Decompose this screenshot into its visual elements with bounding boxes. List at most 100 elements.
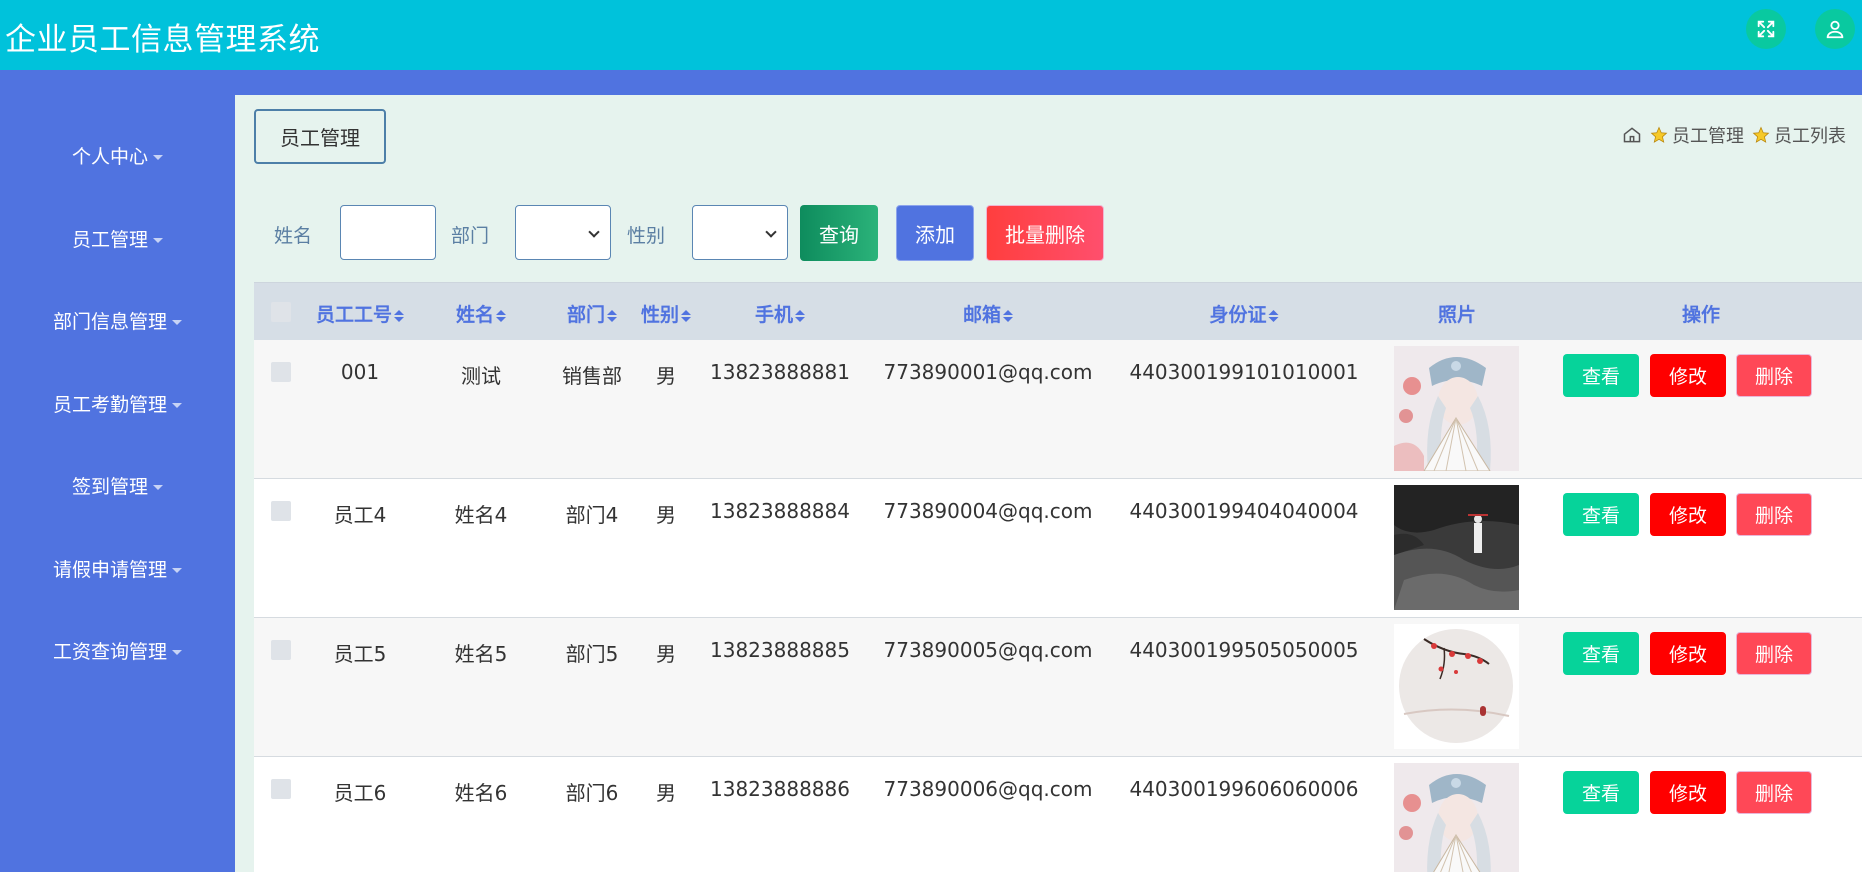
sidebar-item-label: 员工管理	[71, 228, 148, 251]
gender-select[interactable]	[692, 205, 788, 260]
cell-phone: 13823888886	[710, 777, 850, 801]
breadcrumb: 员工管理 员工列表	[1618, 122, 1846, 148]
sort-icon	[394, 309, 405, 322]
sidebar-item-salary-management[interactable]: 工资查询管理	[0, 630, 235, 670]
edit-button[interactable]: 修改	[1650, 632, 1726, 675]
breadcrumb-level2: 员工列表	[1774, 126, 1846, 147]
delete-button[interactable]: 删除	[1736, 354, 1812, 397]
dept-label: 部门	[451, 225, 490, 247]
col-phone[interactable]: 手机	[755, 300, 806, 327]
cell-name: 姓名5	[454, 642, 508, 666]
cell-dept: 销售部	[562, 364, 622, 388]
col-id-card[interactable]: 身份证	[1209, 300, 1279, 327]
app-title: 企业员工信息管理系统	[5, 22, 320, 58]
cell-dept: 部门6	[565, 781, 619, 805]
cell-gender: 男	[656, 503, 676, 527]
employee-photo	[1394, 485, 1519, 610]
cell-emp-no: 员工4	[333, 503, 387, 527]
chevron-down-icon	[588, 226, 600, 238]
caret-down-icon	[153, 237, 163, 243]
cell-name: 测试	[461, 364, 501, 388]
delete-button[interactable]: 删除	[1736, 771, 1812, 814]
query-button[interactable]: 查询	[800, 205, 878, 261]
cell-id-card: 440300199606060006	[1129, 777, 1359, 801]
caret-down-icon	[172, 567, 182, 573]
sort-icon	[496, 309, 507, 322]
home-icon[interactable]	[1622, 125, 1642, 145]
sort-icon	[795, 309, 806, 322]
col-photo: 照片	[1437, 304, 1477, 326]
sort-icon	[1003, 309, 1014, 322]
edit-button[interactable]: 修改	[1650, 493, 1726, 536]
col-emp-no[interactable]: 员工工号	[316, 300, 405, 327]
sidebar-item-employee-management[interactable]: 员工管理	[0, 218, 235, 258]
col-email[interactable]: 邮箱	[963, 300, 1014, 327]
sidebar-item-label: 员工考勤管理	[52, 393, 167, 416]
dept-select[interactable]	[515, 205, 611, 260]
fullscreen-button[interactable]	[1746, 9, 1786, 49]
cell-email: 773890006@qq.com	[883, 777, 1093, 801]
cell-dept: 部门5	[565, 642, 619, 666]
user-menu-button[interactable]	[1815, 9, 1855, 49]
col-gender[interactable]: 性别	[641, 300, 692, 327]
name-input[interactable]	[340, 205, 436, 260]
cell-gender: 男	[656, 364, 676, 388]
view-button[interactable]: 查看	[1563, 632, 1639, 675]
cell-id-card: 440300199101010001	[1129, 360, 1359, 384]
view-button[interactable]: 查看	[1563, 771, 1639, 814]
cell-name: 姓名6	[454, 781, 508, 805]
add-button[interactable]: 添加	[896, 205, 974, 261]
breadcrumb-level1[interactable]: 员工管理	[1672, 122, 1744, 148]
sort-icon	[1268, 309, 1279, 322]
sidebar-item-label: 工资查询管理	[52, 640, 167, 663]
col-dept[interactable]: 部门	[567, 300, 618, 327]
employee-photo	[1394, 624, 1519, 749]
batch-delete-button[interactable]: 批量删除	[986, 205, 1104, 261]
row-checkbox[interactable]	[271, 501, 291, 521]
view-button[interactable]: 查看	[1563, 493, 1639, 536]
top-strip	[235, 70, 1862, 95]
gender-label: 性别	[627, 225, 666, 247]
table-row: 员工4 姓名4 部门4 男 13823888884 773890004@qq.c…	[254, 479, 1862, 618]
select-all-checkbox[interactable]	[271, 302, 291, 322]
cell-dept: 部门4	[565, 503, 619, 527]
cell-email: 773890004@qq.com	[883, 499, 1093, 523]
edit-button[interactable]: 修改	[1650, 354, 1726, 397]
star-icon	[1650, 126, 1668, 143]
sidebar-item-department-management[interactable]: 部门信息管理	[0, 300, 235, 340]
sidebar-item-signin-management[interactable]: 签到管理	[0, 465, 235, 505]
sort-icon	[681, 309, 692, 322]
sidebar-item-label: 签到管理	[71, 475, 148, 498]
employee-table: 员工工号 姓名 部门 性别 手机 邮箱 身份证 照片 操作 001 测试 销售部…	[254, 282, 1862, 872]
row-checkbox[interactable]	[271, 779, 291, 799]
photo-opera-figure	[1394, 346, 1519, 471]
row-checkbox[interactable]	[271, 362, 291, 382]
cell-email: 773890005@qq.com	[883, 638, 1093, 662]
col-name[interactable]: 姓名	[456, 300, 507, 327]
sidebar-item-attendance-management[interactable]: 员工考勤管理	[0, 383, 235, 423]
photo-dark-landscape	[1394, 485, 1519, 610]
table-row: 员工6 姓名6 部门6 男 13823888886 773890006@qq.c…	[254, 757, 1862, 872]
expand-icon	[1757, 20, 1775, 38]
cell-emp-no: 001	[340, 360, 380, 384]
edit-button[interactable]: 修改	[1650, 771, 1726, 814]
view-button[interactable]: 查看	[1563, 354, 1639, 397]
caret-down-icon	[172, 319, 182, 325]
sidebar-item-leave-management[interactable]: 请假申请管理	[0, 548, 235, 588]
app-header: 企业员工信息管理系统	[0, 0, 1862, 70]
col-actions: 操作	[1681, 304, 1721, 326]
cell-gender: 男	[656, 781, 676, 805]
cell-name: 姓名4	[454, 503, 508, 527]
delete-button[interactable]: 删除	[1736, 493, 1812, 536]
cell-phone: 13823888881	[710, 360, 850, 384]
sidebar-item-personal-center[interactable]: 个人中心	[0, 135, 235, 175]
cell-email: 773890001@qq.com	[883, 360, 1093, 384]
search-bar: 姓名 部门 性别 查询 添加 批量删除	[254, 205, 1862, 261]
delete-button[interactable]: 删除	[1736, 632, 1812, 675]
employee-photo	[1394, 346, 1519, 471]
cell-emp-no: 员工6	[333, 781, 387, 805]
row-checkbox[interactable]	[271, 640, 291, 660]
star-icon	[1752, 126, 1770, 143]
photo-opera-figure	[1394, 763, 1519, 872]
user-icon	[1826, 20, 1844, 39]
